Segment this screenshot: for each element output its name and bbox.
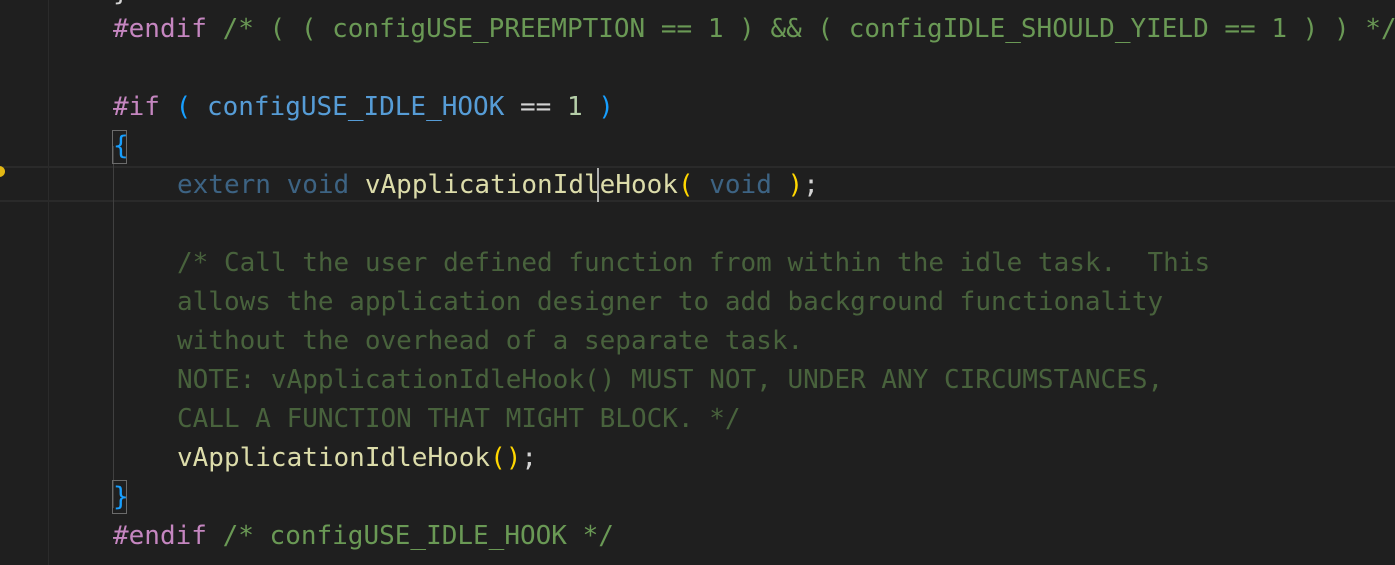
keyword-token: void [709, 170, 772, 200]
code-line[interactable]: { [0, 127, 1395, 166]
code-text: #endif /* configUSE_IDLE_HOOK */ [113, 517, 614, 556]
paren-token: ) [787, 170, 804, 200]
directive-token: #if [113, 92, 160, 122]
closing-brace-token: } [113, 482, 129, 512]
code-line[interactable]: without the overhead of a separate task. [0, 322, 1395, 361]
semicolon-token: ; [521, 443, 538, 473]
semicolon-token: ; [803, 170, 819, 200]
directive-token: #endif [113, 521, 207, 551]
code-line[interactable]: NOTE: vApplicationIdleHook() MUST NOT, U… [0, 361, 1395, 400]
code-text: extern void vApplicationIdleHook( void )… [177, 166, 819, 205]
text-cursor [597, 168, 599, 202]
paren-token: ( [677, 170, 694, 200]
operator-token: == [504, 92, 567, 122]
code-line[interactable]: vApplicationIdleHook(); [0, 439, 1395, 478]
keyword-token: extern [177, 170, 271, 200]
opening-brace-token: { [113, 131, 129, 161]
comment-token: /* ( ( configUSE_PREEMPTION == 1 ) && ( … [206, 14, 1395, 44]
comment-token: without the overhead of a separate task. [177, 326, 804, 356]
code-line[interactable]: #endif /* ( ( configUSE_PREEMPTION == 1 … [0, 10, 1395, 49]
function-name-token: vApplicationIdleHook [364, 170, 678, 200]
comment-token: allows the application designer to add b… [177, 287, 1164, 317]
code-line-current[interactable]: extern void vApplicationIdleHook( void )… [0, 166, 1395, 205]
paren-token: () [490, 443, 522, 473]
comment-token: NOTE: vApplicationIdleHook() MUST NOT, U… [177, 365, 1164, 395]
paren-token: ) [598, 92, 614, 122]
code-text: vApplicationIdleHook(); [177, 439, 537, 478]
code-editor[interactable]: } #endif /* ( ( configUSE_PREEMPTION == … [0, 0, 1395, 565]
code-line[interactable]: #if ( configUSE_IDLE_HOOK == 1 ) [0, 88, 1395, 127]
code-line[interactable]: CALL A FUNCTION THAT MIGHT BLOCK. */ [0, 400, 1395, 439]
macro-token: configUSE_IDLE_HOOK [206, 92, 505, 122]
number-token: 1 [566, 92, 583, 122]
code-text: #if ( configUSE_IDLE_HOOK == 1 ) [113, 88, 614, 127]
comment-token: /* configUSE_IDLE_HOOK */ [206, 521, 614, 551]
directive-token: #endif [113, 14, 207, 44]
code-line[interactable]: /* Call the user defined function from w… [0, 244, 1395, 283]
code-text: #endif /* ( ( configUSE_PREEMPTION == 1 … [113, 10, 1395, 49]
code-line[interactable]: allows the application designer to add b… [0, 283, 1395, 322]
comment-token: /* Call the user defined function from w… [177, 248, 1211, 278]
code-line[interactable]: } [0, 478, 1395, 517]
function-name-token: vApplicationIdleHook [177, 443, 491, 473]
keyword-token: void [286, 170, 350, 200]
comment-token: CALL A FUNCTION THAT MIGHT BLOCK. */ [177, 404, 741, 434]
code-line[interactable]: #endif /* configUSE_IDLE_HOOK */ [0, 517, 1395, 556]
paren-token: ( [175, 92, 192, 122]
